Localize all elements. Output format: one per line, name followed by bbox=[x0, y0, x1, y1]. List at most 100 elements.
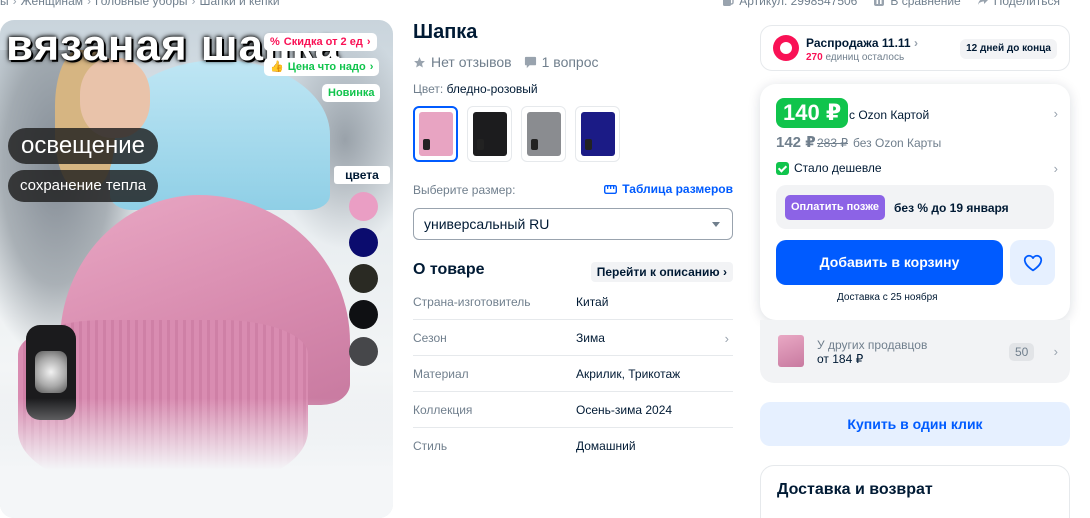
top-bar: ы › Женщинам › Головные уборы › Шапки и … bbox=[0, 0, 1090, 12]
spec-row: Коллекция Осень-зима 2024 bbox=[413, 392, 733, 428]
size-label: Выберите размер: bbox=[413, 183, 516, 197]
breadcrumb-item[interactable]: Головные уборы bbox=[95, 0, 188, 8]
regular-price: 142 ₽ bbox=[776, 134, 816, 151]
article-number: Артикул: 2998547506 bbox=[739, 0, 858, 8]
chevron-right-icon[interactable]: › bbox=[1054, 161, 1058, 176]
price-dropped[interactable]: Стало дешевле bbox=[776, 161, 882, 175]
delivery-date: Доставка с 25 ноября bbox=[837, 292, 938, 303]
spec-value: Зима bbox=[576, 330, 605, 345]
other-sellers-label: У других продавцов bbox=[817, 338, 928, 352]
about-heading: О товаре bbox=[413, 261, 485, 278]
chat-icon bbox=[524, 56, 536, 68]
price-dropped-label: Стало дешевле bbox=[794, 161, 882, 175]
go-to-description-button[interactable]: Перейти к описанию › bbox=[590, 262, 733, 282]
colors-label: цвета bbox=[334, 166, 390, 184]
top-actions: Артикул: 2998547506 В сравнение Поделить… bbox=[722, 0, 1060, 8]
spec-row: Страна-изготовитель Китай bbox=[413, 284, 733, 320]
share-icon bbox=[977, 0, 988, 5]
variant-thumbnails bbox=[413, 106, 620, 162]
spec-value: Осень-зима 2024 bbox=[576, 402, 673, 417]
discount-badge[interactable]: % Скидка от 2 ед › bbox=[264, 33, 377, 51]
good-price-badge[interactable]: 👍 Цена что надо › bbox=[264, 58, 380, 76]
old-price: 283 ₽ bbox=[817, 136, 848, 150]
price-card: 140 ₽ с Ozon Картой › 142 ₽ 283 ₽ без Oz… bbox=[760, 84, 1070, 320]
specs-table: Страна-изготовитель Китай Сезон Зима › М… bbox=[413, 284, 733, 464]
questions-link[interactable]: 1 вопрос bbox=[524, 54, 599, 70]
chevron-right-icon: › bbox=[366, 36, 371, 48]
heart-icon bbox=[1023, 254, 1042, 271]
delivery-return-heading: Доставка и возврат bbox=[777, 481, 933, 498]
favorite-button[interactable] bbox=[1010, 240, 1055, 285]
sale-banner[interactable]: Распродажа 11.11 › 270 единиц осталось 1… bbox=[760, 25, 1070, 71]
spec-row[interactable]: Сезон Зима › bbox=[413, 320, 733, 356]
pay-later-text: без % до 19 января bbox=[894, 201, 1009, 215]
size-table-link[interactable]: Таблица размеров bbox=[604, 182, 733, 196]
compare-label: В сравнение bbox=[890, 0, 961, 8]
copy-icon bbox=[723, 0, 734, 6]
size-select[interactable]: универсальный RU bbox=[413, 208, 733, 240]
sale-remaining-label: единиц осталось bbox=[825, 52, 905, 63]
reviews-link[interactable]: Нет отзывов bbox=[413, 54, 512, 70]
breadcrumb-separator: › bbox=[191, 0, 196, 8]
card-price-label: с Ozon Картой bbox=[849, 108, 930, 122]
other-seller-thumbnail bbox=[778, 335, 804, 367]
color-swatch[interactable] bbox=[349, 264, 378, 293]
color-swatch[interactable] bbox=[349, 337, 378, 366]
color-swatch[interactable] bbox=[349, 192, 378, 221]
breadcrumb-separator: › bbox=[12, 0, 17, 8]
delivery-return-section: Доставка и возврат bbox=[760, 465, 1070, 518]
variant-image bbox=[418, 112, 453, 156]
color-swatch[interactable] bbox=[349, 300, 378, 329]
chevron-right-icon: › bbox=[723, 265, 727, 279]
article-copy[interactable]: Артикул: 2998547506 bbox=[722, 0, 857, 8]
breadcrumb-item[interactable]: Женщинам bbox=[21, 0, 83, 8]
card-price[interactable]: 140 ₽ bbox=[776, 98, 849, 128]
spec-value: Китай bbox=[576, 294, 609, 309]
go-to-description-label: Перейти к описанию bbox=[596, 265, 720, 279]
chevron-right-icon: › bbox=[1053, 344, 1058, 359]
variant-thumbnail-navy[interactable] bbox=[575, 106, 620, 162]
breadcrumb-item[interactable]: ы bbox=[0, 0, 9, 8]
chevron-right-icon: › bbox=[913, 36, 918, 50]
color-key: Цвет: bbox=[413, 82, 444, 96]
spec-key: Страна-изготовитель bbox=[413, 294, 531, 309]
new-badge: Новинка bbox=[322, 84, 381, 102]
no-card-label: без Ozon Карты bbox=[853, 136, 942, 150]
variant-image bbox=[472, 112, 507, 156]
breadcrumb-item[interactable]: Шапки и кепки bbox=[200, 0, 280, 8]
other-sellers-price: от 184 ₽ bbox=[817, 352, 864, 366]
pay-later-block: Оплатить позже без % до 19 января bbox=[776, 185, 1054, 229]
share-button[interactable]: Поделиться bbox=[977, 0, 1060, 8]
breadcrumb-separator: › bbox=[87, 0, 91, 8]
sale-remaining-count: 270 bbox=[806, 52, 823, 63]
spec-key: Материал bbox=[413, 366, 469, 381]
variant-thumbnail-gray[interactable] bbox=[521, 106, 566, 162]
color-swatch[interactable] bbox=[349, 228, 378, 257]
spec-value: Акрилик, Трикотаж bbox=[576, 366, 681, 381]
spec-value: Домашний bbox=[576, 439, 636, 453]
variant-thumbnail-pink[interactable] bbox=[413, 106, 458, 162]
ruler-icon bbox=[604, 184, 618, 194]
sale-days-left: 12 дней до конца bbox=[960, 39, 1057, 59]
pay-later-button[interactable]: Оплатить позже bbox=[785, 195, 885, 220]
thumbs-up-icon: 👍 bbox=[270, 61, 284, 73]
compare-button[interactable]: В сравнение bbox=[873, 0, 961, 8]
sale-logo-icon bbox=[773, 35, 799, 61]
chevron-right-icon: › bbox=[724, 331, 729, 346]
spec-key: Сезон bbox=[413, 330, 447, 345]
chevron-down-icon bbox=[712, 222, 720, 227]
chevron-right-icon[interactable]: › bbox=[1054, 106, 1058, 121]
size-table-label: Таблица размеров bbox=[622, 182, 733, 196]
percent-icon: % bbox=[270, 36, 280, 48]
share-label: Поделиться bbox=[993, 0, 1060, 8]
chevron-right-icon: › bbox=[369, 61, 374, 73]
other-sellers[interactable]: У других продавцов от 184 ₽ 50 › bbox=[760, 320, 1070, 383]
other-sellers-count: 50 bbox=[1009, 343, 1035, 361]
add-to-cart-button[interactable]: Добавить в корзину bbox=[776, 240, 1003, 285]
sale-remaining: 270 единиц осталось bbox=[806, 52, 904, 63]
reviews-count: Нет отзывов bbox=[431, 54, 512, 70]
variant-thumbnail-black[interactable] bbox=[467, 106, 512, 162]
good-price-label: Цена что надо bbox=[287, 61, 366, 73]
spec-key: Коллекция bbox=[413, 402, 473, 417]
buy-one-click-button[interactable]: Купить в один клик bbox=[760, 402, 1070, 446]
